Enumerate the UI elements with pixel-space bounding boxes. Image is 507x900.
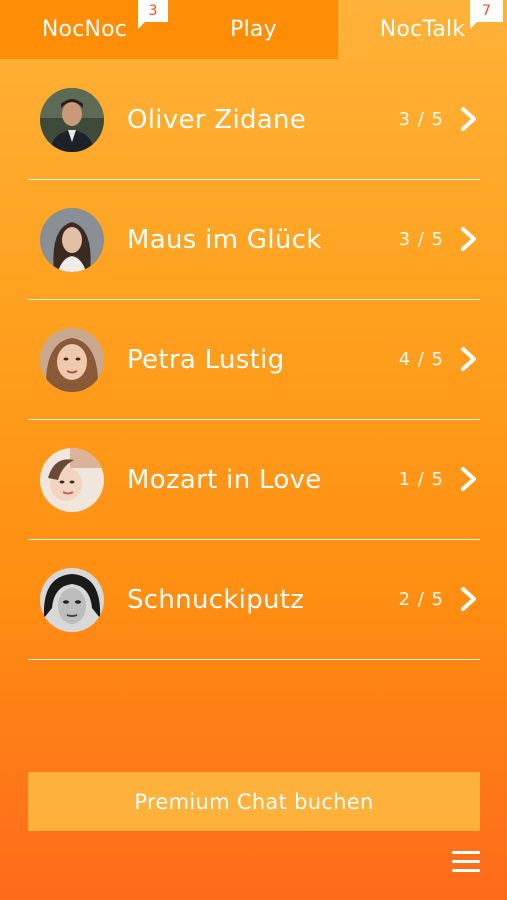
nocnoc-count-badge: 3 [138,0,168,29]
contact-score: 2 / 5 [398,589,444,610]
tab-label: NocTalk [379,17,466,42]
noctalk-count-badge: 7 [470,0,503,29]
hamburger-menu-icon[interactable] [452,851,480,873]
contact-score: 3 / 5 [398,109,444,130]
chevron-right-icon[interactable] [460,466,478,492]
chevron-right-icon[interactable] [460,346,478,372]
contact-name: Schnuckiputz [127,584,305,615]
contact-score: 1 / 5 [398,469,444,490]
menu-bar [452,860,480,863]
tab-bar: NocNoc Play NocTalk 3 7 [0,0,507,59]
contact-score: 3 / 5 [398,229,444,250]
menu-bar [452,869,480,872]
contact-list: Oliver Zidane 3 / 5 Maus im Glück 3 / 5 [28,60,480,660]
contact-row[interactable]: Mozart in Love 1 / 5 [28,420,480,540]
chevron-right-icon[interactable] [460,106,478,132]
screen: NocNoc Play NocTalk 3 7 Oliver Zidane 3 … [0,0,507,900]
contact-row[interactable]: Schnuckiputz 2 / 5 [28,540,480,660]
chevron-right-icon[interactable] [460,586,478,612]
contact-name: Maus im Glück [127,224,322,255]
tab-play[interactable]: Play [169,0,338,59]
contact-row[interactable]: Oliver Zidane 3 / 5 [28,60,480,180]
chevron-right-icon[interactable] [460,226,478,252]
tab-label: Play [230,17,277,42]
avatar [40,328,104,392]
premium-chat-button[interactable]: Premium Chat buchen [28,772,480,831]
tab-label: NocNoc [41,17,128,42]
contact-row[interactable]: Maus im Glück 3 / 5 [28,180,480,300]
contact-name: Petra Lustig [127,344,285,375]
contact-name: Oliver Zidane [127,104,307,135]
contact-row[interactable]: Petra Lustig 4 / 5 [28,300,480,420]
contact-score: 4 / 5 [398,349,444,370]
menu-bar [452,851,480,854]
avatar [40,448,104,512]
avatar [40,208,104,272]
avatar [40,88,104,152]
contact-name: Mozart in Love [127,464,322,495]
avatar [40,568,104,632]
